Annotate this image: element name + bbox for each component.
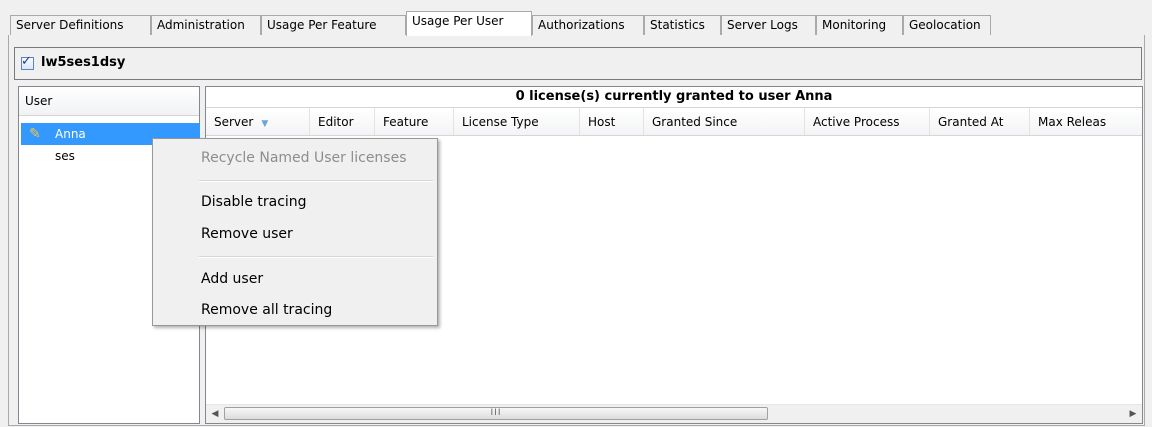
menu-item-remove-all-tracing[interactable]: Remove all tracing [153, 298, 437, 322]
user-list-header[interactable]: User [19, 87, 199, 116]
menu-separator [199, 180, 433, 182]
tab-statistics[interactable]: Statistics [644, 15, 721, 35]
column-header-host[interactable]: Host [580, 108, 644, 135]
column-header-label: Server [214, 115, 254, 129]
column-header-max-release[interactable]: Max Releas [1030, 108, 1142, 135]
pencil-icon: ✎ [29, 126, 41, 142]
menu-item-add-user[interactable]: Add user [153, 267, 437, 291]
scroll-left-icon[interactable]: ◀ [206, 405, 224, 423]
context-menu: Recycle Named User licenses Disable trac… [152, 138, 438, 326]
column-header-granted-at[interactable]: Granted At [930, 108, 1030, 135]
horizontal-scrollbar[interactable]: ◀ III ▶ [206, 404, 1142, 423]
user-name: Anna [55, 127, 86, 141]
column-header-active-process[interactable]: Active Process [805, 108, 930, 135]
menu-item-recycle-named-user-licenses[interactable]: Recycle Named User licenses [153, 146, 437, 170]
column-header-granted-since[interactable]: Granted Since [644, 108, 805, 135]
server-header: ✓ lw5ses1dsy [14, 47, 1142, 80]
tab-geolocation[interactable]: Geolocation [903, 15, 991, 35]
tab-usage-per-user[interactable]: Usage Per User [406, 11, 532, 36]
tab-server-definitions[interactable]: Server Definitions [10, 15, 151, 35]
user-name: ses [55, 149, 75, 163]
tab-server-logs[interactable]: Server Logs [721, 15, 816, 35]
server-checkbox[interactable]: ✓ [21, 54, 34, 70]
grid-title: 0 license(s) currently granted to user A… [206, 87, 1142, 108]
tab-usage-per-feature[interactable]: Usage Per Feature [261, 15, 406, 35]
tab-authorizations[interactable]: Authorizations [532, 15, 644, 35]
column-headers: Server ▼ Editor Feature License Type Host… [206, 108, 1142, 136]
column-header-feature[interactable]: Feature [375, 108, 454, 135]
menu-item-disable-tracing[interactable]: Disable tracing [153, 190, 437, 214]
column-header-server[interactable]: Server ▼ [206, 108, 310, 135]
user-list-item[interactable]: ses [55, 145, 75, 167]
tab-monitoring[interactable]: Monitoring [816, 15, 903, 35]
scrollbar-thumb[interactable]: III [224, 407, 768, 420]
scroll-right-icon[interactable]: ▶ [1124, 405, 1142, 423]
menu-item-remove-user[interactable]: Remove user [153, 222, 437, 246]
column-header-editor[interactable]: Editor [310, 108, 375, 135]
menu-separator [199, 256, 433, 258]
tab-administration[interactable]: Administration [151, 15, 261, 35]
sort-descending-icon: ▼ [261, 119, 269, 129]
column-header-license-type[interactable]: License Type [454, 108, 580, 135]
server-name: lw5ses1dsy [41, 55, 126, 70]
checkmark-icon: ✓ [21, 54, 32, 69]
